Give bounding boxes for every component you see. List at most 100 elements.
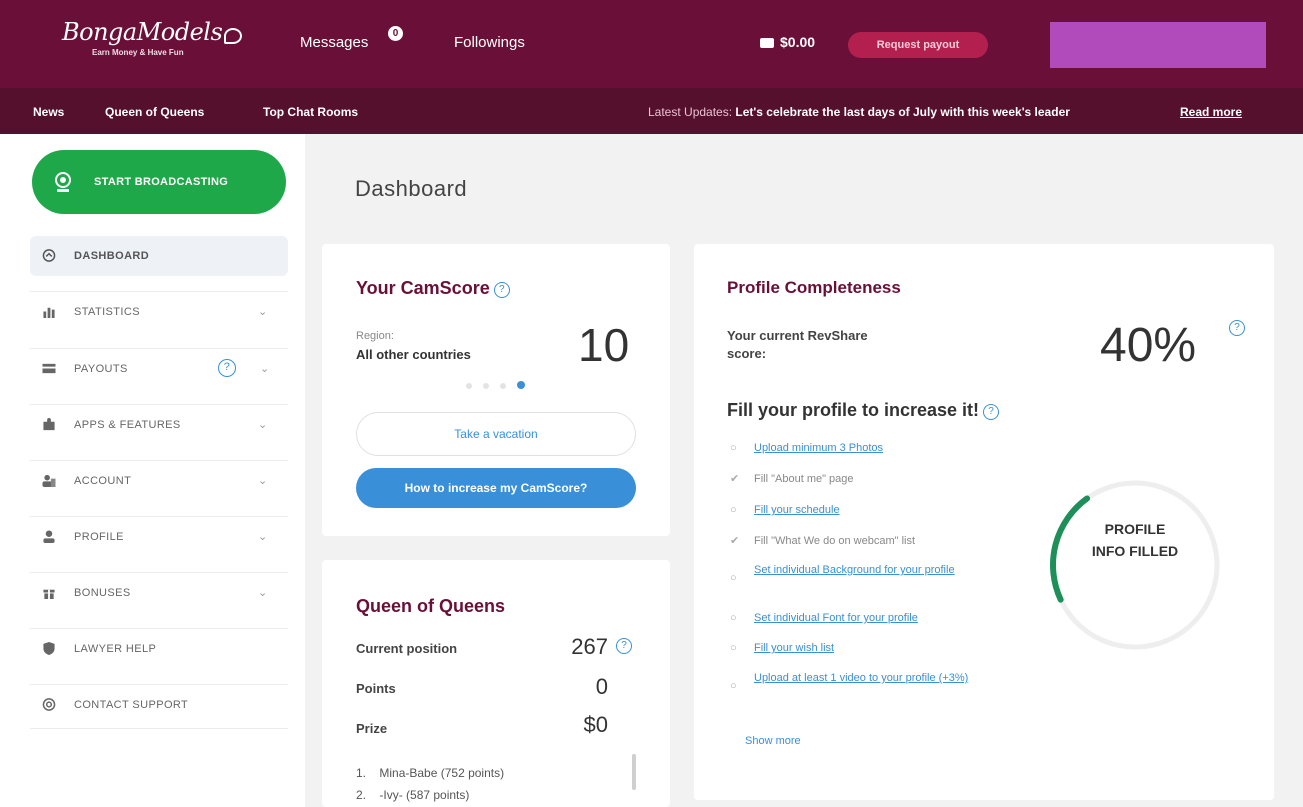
sidebar-item-label: DASHBOARD	[74, 250, 150, 262]
logo-tagline: Earn Money & Have Fun	[92, 48, 184, 57]
subnav-top-chat-rooms[interactable]: Top Chat Rooms	[263, 105, 358, 119]
task-label: Fill your schedule	[754, 504, 840, 516]
help-icon[interactable]: ?	[493, 282, 510, 298]
chevron-down-icon: ⌄	[258, 306, 268, 318]
read-more-link[interactable]: Read more	[1180, 105, 1242, 119]
leader-rank: 1.	[356, 766, 367, 780]
chevron-down-icon: ⌄	[258, 475, 268, 487]
chevron-down-icon: ⌄	[258, 587, 268, 599]
sidebar-item-lawyer-help[interactable]: LAWYER HELP	[30, 629, 288, 669]
balance-display: $0.00	[760, 34, 815, 50]
page-title: Dashboard	[355, 176, 468, 201]
balance-value: $0.00	[780, 34, 816, 50]
user-icon	[43, 530, 55, 543]
region-value: All other countries	[356, 347, 471, 362]
checkbox-icon: ○	[730, 680, 737, 692]
carousel-dot-active[interactable]	[517, 381, 525, 389]
task-label: Fill "What We do on webcam" list	[754, 535, 916, 547]
chevron-down-icon: ⌄	[258, 419, 268, 431]
checkbox-icon: ○	[730, 642, 737, 654]
leader-name: Mina-Babe (752 points)	[379, 766, 505, 780]
task-label: Upload minimum 3 Photos	[754, 442, 884, 454]
sidebar-item-label: BONUSES	[74, 587, 131, 599]
sidebar-item-label: PAYOUTS	[74, 363, 128, 375]
help-icon[interactable]: ?	[616, 638, 632, 654]
leader-rank: 2.	[356, 788, 367, 802]
checkbox-icon: ○	[730, 442, 737, 454]
checkbox-icon: ○	[730, 504, 737, 516]
chevron-down-icon: ⌄	[260, 363, 270, 375]
dashboard-icon	[42, 249, 56, 262]
chat-bubble-icon	[224, 27, 243, 44]
take-vacation-button[interactable]: Take a vacation	[356, 412, 636, 456]
ring-label-line1: PROFILE	[1104, 521, 1166, 537]
profile-progress-arc	[1050, 480, 1220, 650]
help-icon[interactable]: ?	[983, 404, 1000, 420]
nav-messages[interactable]: Messages 0	[300, 26, 403, 51]
webcam-icon	[55, 172, 71, 192]
sidebar-item-bonuses[interactable]: BONUSES ⌄	[30, 573, 288, 613]
carousel-dots[interactable]	[466, 376, 536, 394]
revshare-label: Your current RevShare score:	[727, 328, 868, 361]
sidebar-item-contact-support[interactable]: CONTACT SUPPORT	[30, 685, 288, 725]
sidebar-item-label: LAWYER HELP	[74, 643, 157, 655]
sidebar-item-account[interactable]: ACCOUNT ⌄	[30, 461, 288, 501]
help-icon[interactable]: ?	[1229, 320, 1245, 336]
chevron-down-icon: ⌄	[258, 531, 268, 543]
leader-item: 1. Mina-Babe (752 points)	[356, 766, 504, 780]
payouts-help-icon[interactable]: ?	[218, 359, 236, 377]
logo-text: BongaModels	[62, 18, 223, 46]
leader-item: 2. -Ivy- (587 points)	[356, 788, 469, 802]
ring-label-line2: INFO FILLED	[1091, 543, 1179, 559]
latest-updates-text: Let's celebrate the last days of July wi…	[735, 105, 1070, 119]
checkbox-icon: ○	[730, 572, 737, 584]
increase-camscore-button[interactable]: How to increase my CamScore?	[356, 468, 636, 508]
profile-completeness-title: Profile Completeness	[727, 278, 901, 297]
nav-followings[interactable]: Followings	[454, 34, 525, 51]
carousel-dot[interactable]	[483, 383, 489, 389]
sidebar-item-label: ACCOUNT	[74, 475, 132, 487]
task-label: Upload at least 1 video to your profile …	[754, 672, 969, 684]
sidebar-item-profile[interactable]: PROFILE ⌄	[30, 517, 288, 557]
messages-label: Messages	[300, 34, 369, 51]
sidebar-item-apps-features[interactable]: APPS & FEATURES ⌄	[30, 405, 288, 445]
subnav-news[interactable]: News	[33, 105, 64, 119]
divider	[30, 728, 288, 729]
messages-badge: 0	[388, 26, 403, 41]
leaderboard-scrollbar[interactable]	[632, 754, 636, 790]
ring-label: PROFILE INFO FILLED	[1045, 518, 1225, 562]
region-label: Region:	[356, 330, 394, 342]
show-more-button[interactable]: Show more	[745, 735, 801, 747]
subnav-queen-of-queens[interactable]: Queen of Queens	[105, 105, 204, 119]
carousel-dot[interactable]	[500, 383, 506, 389]
sidebar-item-statistics[interactable]: STATISTICS ⌄	[30, 292, 288, 332]
latest-updates-label: Latest Updates:	[648, 105, 733, 119]
prize-label: Prize	[356, 721, 388, 736]
task-label: Fill "About me" page	[754, 473, 854, 485]
sidebar-item-label: APPS & FEATURES	[74, 419, 181, 431]
profile-progress-ring	[1050, 480, 1220, 650]
latest-updates: Latest Updates: Let's celebrate the last…	[648, 105, 1178, 119]
task-label: Fill your wish list	[754, 642, 835, 654]
sidebar-item-dashboard[interactable]: DASHBOARD	[30, 236, 288, 276]
support-icon	[42, 698, 56, 711]
fill-profile-title-text: Fill your profile to increase it!	[727, 400, 980, 420]
request-payout-button[interactable]: Request payout	[848, 32, 988, 58]
current-position-number: 267	[571, 634, 608, 659]
start-broadcasting-button[interactable]: START BROADCASTING	[32, 150, 286, 214]
shield-icon	[43, 642, 55, 655]
sidebar-item-label: STATISTICS	[74, 306, 140, 318]
user-menu[interactable]	[1050, 22, 1266, 68]
camscore-title: Your CamScore?	[356, 278, 510, 299]
user-group-icon	[42, 474, 56, 487]
wallet-icon	[42, 363, 56, 374]
gift-icon	[43, 589, 55, 599]
logo[interactable]: BongaModels Earn Money & Have Fun	[62, 18, 243, 57]
carousel-dot[interactable]	[466, 383, 472, 389]
current-position-label: Current position	[356, 641, 458, 656]
checkmark-icon: ✔	[730, 473, 740, 485]
wallet-icon	[760, 38, 774, 48]
bar-chart-icon	[43, 307, 55, 318]
sidebar-item-payouts[interactable]: PAYOUTS ? ⌄	[30, 349, 288, 389]
fill-profile-title: Fill your profile to increase it!?	[727, 400, 1000, 421]
